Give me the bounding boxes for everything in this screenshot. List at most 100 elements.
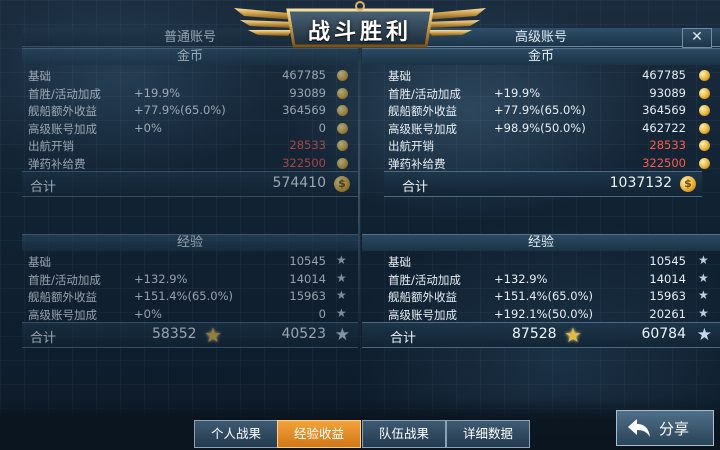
close-button[interactable]: ✕ (682, 28, 712, 48)
coin-icon (337, 70, 348, 81)
row-bonus: +19.9% (494, 85, 541, 100)
share-button[interactable]: 分享 (616, 410, 714, 446)
normal-exp-rows: 基础 10545 ★ 首胜/活动加成 +132.9% 14014 ★ 舰船额外收… (22, 252, 358, 322)
row-label: 基础 (28, 255, 51, 269)
premium-exp-rows: 基础 10545 ★ 首胜/活动加成 +132.9% 14014 ★ 舰船额外收… (362, 252, 720, 322)
row-bonus: +98.9%(50.0%) (494, 120, 586, 135)
normal-exp-total-row: 合计 58352 ★ 40523 ★ (22, 322, 358, 348)
row-value: 462722 (642, 120, 686, 135)
row-value: 14014 (649, 271, 686, 286)
row-label: 舰船额外收益 (388, 290, 457, 304)
row-label: 首胜/活动加成 (28, 86, 101, 101)
exp-total-blue-value: 40523 (281, 326, 326, 342)
premium-exp-total-row: 合计 87528 ★ 60784 ★ (362, 322, 720, 348)
premium-exp-row-first-win: 首胜/活动加成 +132.9% 14014 ★ (362, 270, 720, 288)
row-bonus: +151.4%(65.0%) (134, 289, 233, 303)
row-value: 28533 (289, 138, 326, 152)
row-value: 15963 (649, 289, 686, 303)
row-label: 首胜/活动加成 (388, 272, 461, 287)
premium-gold-row-premium-bonus: 高级账号加成 +98.9%(50.0%) 462722 (362, 119, 720, 137)
normal-gold-row-ammo-cost: 弹药补给费 322500 (22, 154, 358, 172)
coin-icon: $ (334, 176, 350, 192)
normal-gold-total-row: 合计 574410 $ (22, 171, 358, 197)
premium-gold-row-first-win: 首胜/活动加成 +19.9% 93089 (362, 84, 720, 102)
gold-star-icon: ★ (204, 323, 222, 347)
row-bonus: +132.9% (134, 271, 188, 286)
row-value: 93089 (649, 85, 686, 100)
exp-total-gold-value: 87528 (512, 326, 557, 342)
gold-total-value: 1037132 (609, 175, 672, 191)
row-value: 93089 (289, 85, 326, 100)
coin-icon (699, 122, 710, 134)
share-arrow-icon (628, 419, 650, 437)
premium-gold-row-ammo-cost: 弹药补给费 322500 (362, 154, 720, 172)
exp-total-gold-value: 58352 (152, 326, 197, 342)
normal-gold-row-first-win: 首胜/活动加成 +19.9% 93089 (22, 84, 358, 102)
row-bonus: +0% (134, 306, 162, 321)
tab-detailed-data[interactable]: 详细数据 (446, 420, 530, 448)
row-bonus: +192.1%(50.0%) (494, 306, 593, 321)
battle-result-screen: 普通账号 金币 基础 467785 首胜/活动加成 +19.9% 93089 舰… (0, 0, 720, 450)
row-label: 舰船额外收益 (28, 104, 97, 118)
tab-personal-results[interactable]: 个人战果 (194, 420, 278, 448)
blue-star-icon: ★ (696, 325, 712, 345)
star-icon: ★ (336, 305, 347, 320)
coin-icon (699, 105, 710, 116)
total-label: 合计 (390, 331, 417, 346)
row-label: 基础 (388, 255, 411, 269)
row-value: 0 (318, 120, 326, 135)
gold-total-value: 574410 (272, 175, 326, 191)
row-value: 0 (318, 306, 326, 321)
normal-gold-row-base: 基础 467785 (22, 66, 358, 84)
total-label: 合计 (30, 180, 57, 195)
normal-exp-row-ship-bonus: 舰船额外收益 +151.4%(65.0%) 15963 ★ (22, 287, 358, 305)
row-label: 首胜/活动加成 (388, 86, 461, 101)
row-label: 高级账号加成 (28, 307, 97, 322)
tab-exp-earnings[interactable]: 经验收益 (277, 420, 361, 448)
row-value: 364569 (282, 103, 326, 117)
coin-icon (337, 105, 348, 116)
row-value: 467785 (282, 68, 326, 82)
coin-icon (337, 87, 348, 99)
panel-divider (358, 30, 360, 348)
blue-star-icon: ★ (334, 325, 350, 345)
star-icon: ★ (336, 270, 347, 285)
star-icon: ★ (698, 253, 709, 267)
row-bonus: +132.9% (494, 271, 548, 286)
row-value: 322500 (282, 155, 326, 170)
row-label: 弹药补给费 (28, 156, 86, 171)
coin-icon (699, 157, 710, 169)
normal-gold-row-premium-bonus: 高级账号加成 +0% 0 (22, 119, 358, 137)
row-bonus: +0% (134, 120, 162, 135)
row-bonus: +77.9%(65.0%) (494, 103, 586, 117)
total-label: 合计 (402, 180, 429, 195)
normal-exp-row-base: 基础 10545 ★ (22, 252, 358, 270)
share-label: 分享 (659, 420, 690, 438)
coin-icon (699, 87, 710, 99)
row-value: 10545 (649, 254, 686, 268)
page-title: 战斗胜利 (307, 20, 412, 45)
gold-star-icon: ★ (564, 323, 582, 347)
premium-gold-row-base: 基础 467785 (362, 66, 720, 84)
row-label: 基础 (388, 69, 411, 83)
premium-gold-rows: 基础 467785 首胜/活动加成 +19.9% 93089 舰船额外收益 +7… (362, 66, 720, 171)
row-bonus: +151.4%(65.0%) (494, 289, 593, 303)
star-icon: ★ (336, 253, 347, 267)
normal-account-panel: 普通账号 金币 基础 467785 首胜/活动加成 +19.9% 93089 舰… (22, 28, 358, 348)
victory-banner: 战斗胜利 (230, 0, 490, 52)
tab-team-results[interactable]: 队伍战果 (362, 420, 446, 448)
normal-exp-row-premium-bonus: 高级账号加成 +0% 0 ★ (22, 305, 358, 323)
coin-icon (337, 122, 348, 134)
premium-exp-row-ship-bonus: 舰船额外收益 +151.4%(65.0%) 15963 ★ (362, 287, 720, 305)
normal-gold-row-ship-bonus: 舰船额外收益 +77.9%(65.0%) 364569 (22, 101, 358, 119)
normal-gold-row-sortie-cost: 出航开销 28533 (22, 136, 358, 154)
row-label: 首胜/活动加成 (28, 272, 101, 287)
exp-total-blue-value: 60784 (641, 326, 686, 342)
row-value: 15963 (289, 289, 326, 303)
premium-gold-total-row: 合计 1037132 $ (384, 171, 702, 197)
star-icon: ★ (698, 305, 709, 320)
coin-icon (337, 140, 348, 151)
star-icon: ★ (698, 288, 709, 302)
row-value: 28533 (649, 138, 686, 152)
normal-gold-rows: 基础 467785 首胜/活动加成 +19.9% 93089 舰船额外收益 +7… (22, 66, 358, 171)
